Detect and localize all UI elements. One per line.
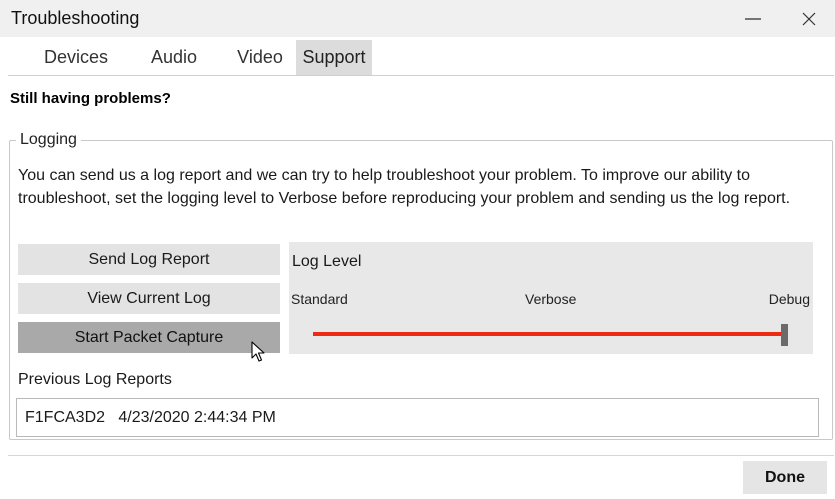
log-level-title: Log Level xyxy=(292,253,362,270)
log-level-verbose-label: Verbose xyxy=(525,291,577,307)
report-id: F1FCA3D2 xyxy=(25,409,106,426)
footer-divider xyxy=(8,455,834,456)
log-level-slider-thumb[interactable] xyxy=(781,324,788,346)
done-button[interactable]: Done xyxy=(743,461,827,494)
minimize-icon xyxy=(745,17,761,20)
view-current-log-button[interactable]: View Current Log xyxy=(18,283,280,314)
tab-video[interactable]: Video xyxy=(226,40,294,75)
logging-description: You can send us a log report and we can … xyxy=(18,167,791,207)
window-title: Troubleshooting xyxy=(11,8,140,28)
tab-divider xyxy=(8,75,834,76)
close-button[interactable] xyxy=(786,0,832,37)
log-level-panel: Log Level Standard Verbose Debug xyxy=(289,242,813,354)
start-packet-capture-button[interactable]: Start Packet Capture xyxy=(18,322,280,353)
tab-support[interactable]: Support xyxy=(296,40,372,75)
log-level-debug-label: Debug xyxy=(768,291,810,307)
page-heading: Still having problems? xyxy=(10,90,171,107)
minimize-button[interactable] xyxy=(730,0,776,37)
logging-group-label: Logging xyxy=(16,131,81,149)
send-log-report-button[interactable]: Send Log Report xyxy=(18,244,280,275)
previous-log-reports-label: Previous Log Reports xyxy=(18,371,172,388)
log-level-slider-fill xyxy=(313,332,785,336)
tab-bar: Devices Audio Video Support xyxy=(0,40,835,76)
log-level-slider[interactable] xyxy=(313,332,785,336)
title-bar: Troubleshooting xyxy=(0,0,835,37)
tab-audio[interactable]: Audio xyxy=(136,40,212,75)
previous-log-reports-list[interactable]: F1FCA3D2 4/23/2020 2:44:34 PM xyxy=(16,398,819,437)
close-icon xyxy=(802,12,816,25)
list-item[interactable]: F1FCA3D2 4/23/2020 2:44:34 PM xyxy=(25,409,276,427)
tab-devices[interactable]: Devices xyxy=(30,40,122,75)
mouse-cursor-icon xyxy=(251,341,265,362)
log-level-standard-label: Standard xyxy=(291,291,348,307)
report-timestamp: 4/23/2020 2:44:34 PM xyxy=(118,409,276,426)
